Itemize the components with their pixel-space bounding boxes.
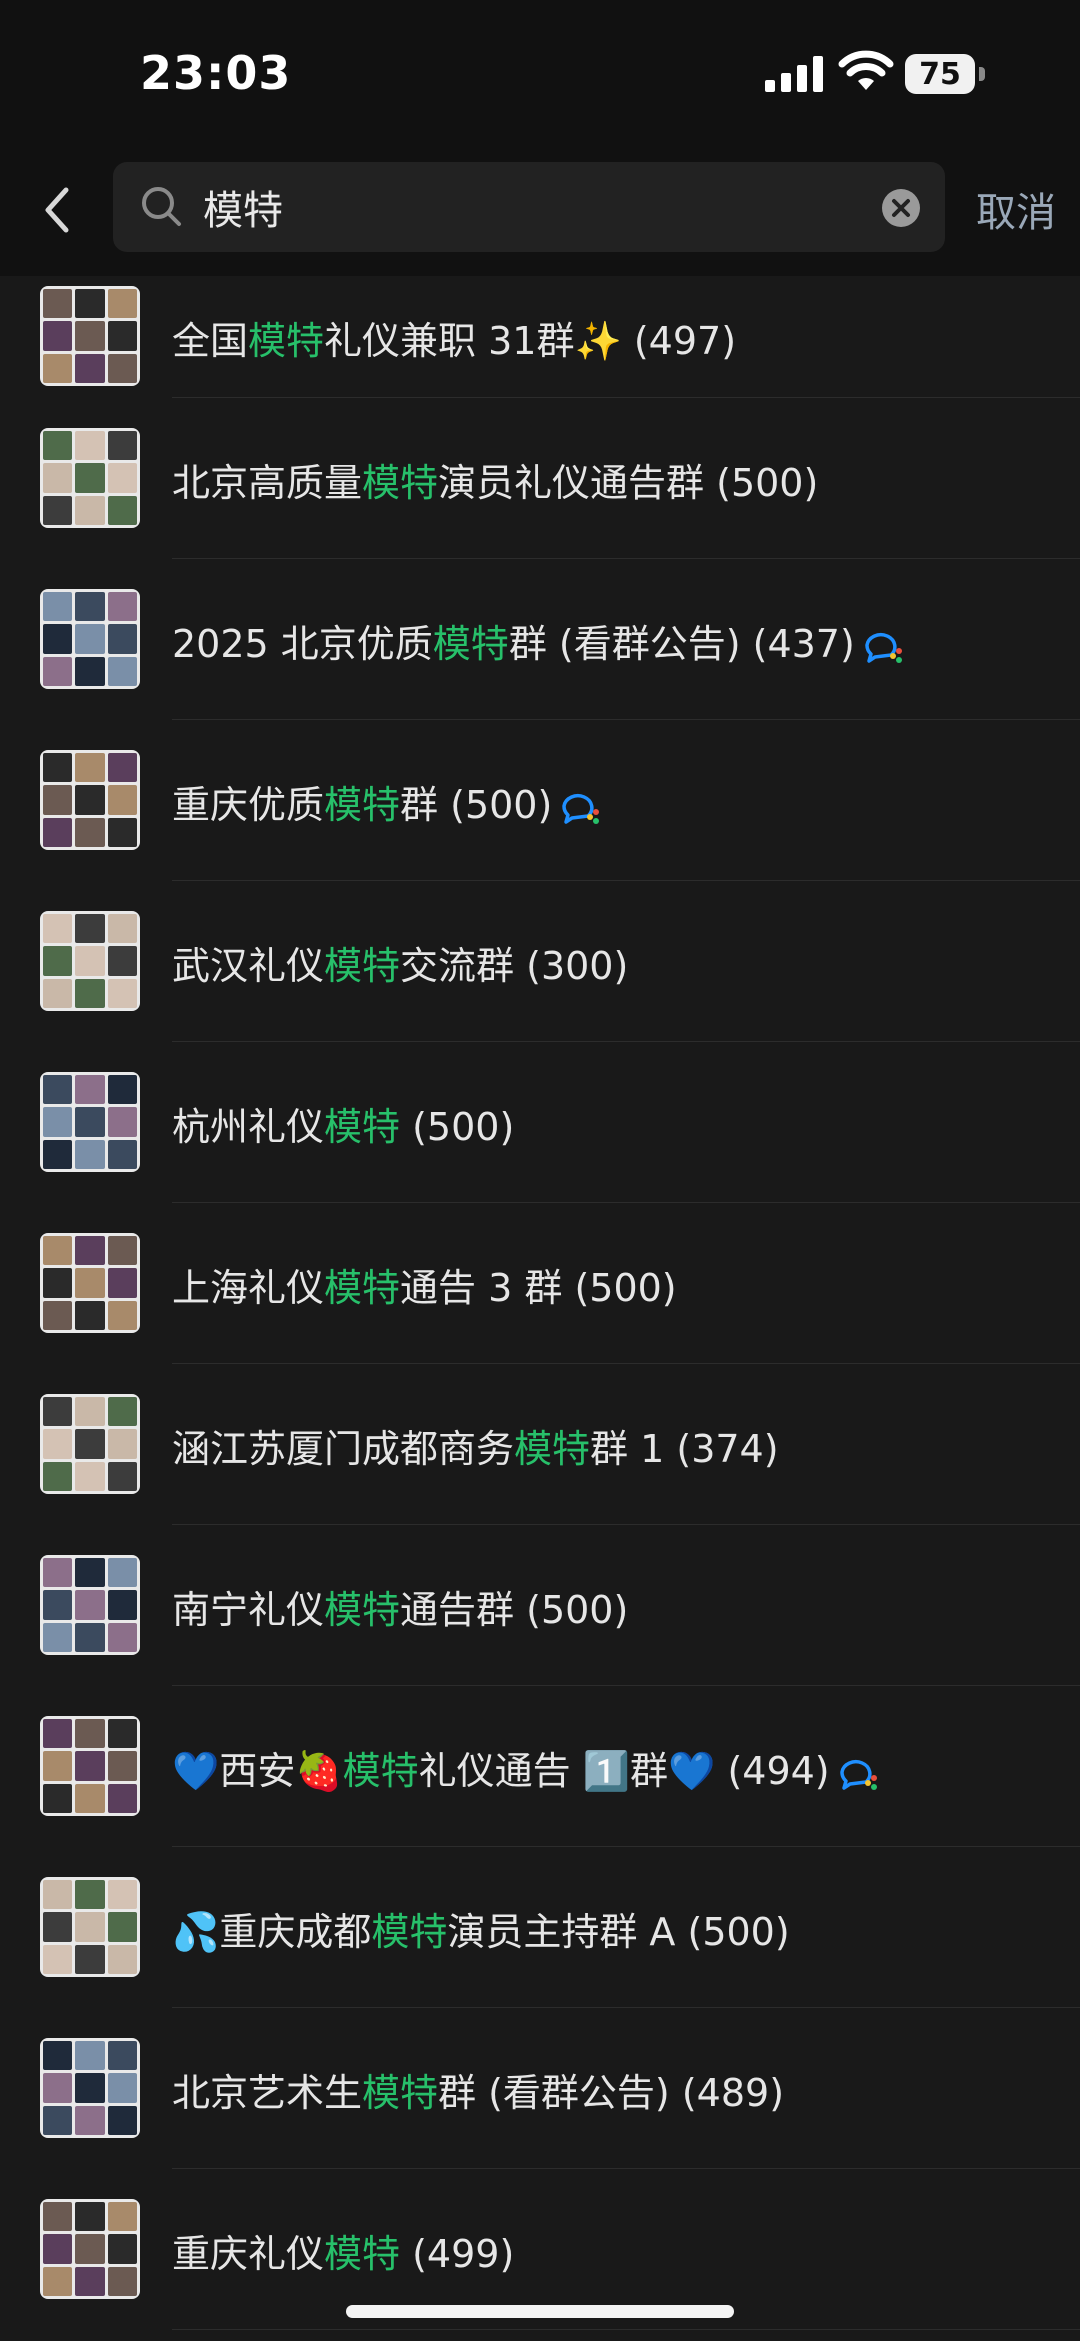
row-divider [172,2329,1080,2330]
ai-summary-icon[interactable] [558,788,602,828]
list-item[interactable]: 杭州礼仪模特 (500) [0,1042,1080,1203]
keyword-highlight: 模特 [324,783,401,827]
keyword-highlight: 模特 [362,2071,439,2115]
back-arrow-icon[interactable] [36,180,76,240]
list-item[interactable]: 武汉礼仪模特交流群 (300) [0,881,1080,1042]
group-name: 上海礼仪模特通告 3 群 (500) [172,1266,677,1310]
group-avatar [40,1072,140,1172]
keyword-highlight: 模特 [248,319,325,363]
cellular-signal-icon [765,56,823,92]
group-avatar [40,1233,140,1333]
member-count: (489) [669,2071,785,2115]
battery-percent: 75 [919,57,961,92]
group-avatar [40,1716,140,1816]
group-name: 重庆优质模特群 (500) [172,774,602,829]
group-name: 💙西安🍓模特礼仪通告 1️⃣群💙 (494) [172,1740,880,1795]
group-name: 北京高质量模特演员礼仪通告群 (500) [172,461,819,505]
member-count: (499) [400,2232,515,2276]
group-name: 💦重庆成都模特演员主持群 A (500) [172,1910,790,1954]
group-name: 南宁礼仪模特通告群 (500) [172,1588,629,1632]
group-avatar [40,589,140,689]
ai-summary-icon[interactable] [836,1754,880,1794]
member-count: (437) [740,622,855,666]
keyword-highlight: 模特 [324,1105,401,1149]
list-item[interactable]: 北京艺术生模特群 (看群公告) (489) [0,2008,1080,2169]
list-item[interactable]: 涵江苏厦门成都商务模特群 1 (374) [0,1364,1080,1525]
member-count: (500) [675,1910,790,1954]
list-item[interactable]: 全国模特礼仪兼职 31群✨ (497) [0,276,1080,398]
group-name: 杭州礼仪模特 (500) [172,1105,515,1149]
group-name: 重庆礼仪模特 (499) [172,2232,515,2276]
group-avatar [40,1394,140,1494]
member-count: (500) [704,461,819,505]
member-count: (500) [562,1266,677,1310]
list-item[interactable]: 2025 北京优质模特群 (看群公告) (437) [0,559,1080,720]
list-item[interactable]: 重庆优质模特群 (500) [0,720,1080,881]
cancel-button[interactable]: 取消 [976,180,1056,238]
group-name: 武汉礼仪模特交流群 (300) [172,944,629,988]
list-item[interactable]: 💦重庆成都模特演员主持群 A (500) [0,1847,1080,2008]
keyword-highlight: 模特 [324,2232,401,2276]
group-avatar [40,1555,140,1655]
keyword-highlight: 模特 [432,622,509,666]
search-box[interactable] [113,162,945,252]
member-count: (494) [715,1749,830,1793]
member-count: (500) [400,1105,515,1149]
group-name: 北京艺术生模特群 (看群公告) (489) [172,2071,785,2115]
keyword-highlight: 模特 [324,1588,401,1632]
member-count: (500) [514,1588,629,1632]
list-item[interactable]: 南宁礼仪模特通告群 (500) [0,1525,1080,1686]
group-avatar [40,1877,140,1977]
list-item[interactable]: 上海礼仪模特通告 3 群 (500) [0,1203,1080,1364]
keyword-highlight: 模特 [362,461,439,505]
group-avatar [40,428,140,528]
status-bar: 23:03 75 [0,0,1080,150]
group-avatar [40,750,140,850]
search-input[interactable] [203,162,883,252]
group-name: 涵江苏厦门成都商务模特群 1 (374) [172,1427,779,1471]
group-avatar [40,2199,140,2299]
group-avatar [40,911,140,1011]
group-name: 2025 北京优质模特群 (看群公告) (437) [172,613,905,668]
member-count: (500) [438,783,553,827]
home-indicator[interactable] [346,2305,734,2318]
search-header: 取消 [0,150,1080,276]
keyword-highlight: 模特 [514,1427,591,1471]
search-results-list: 全国模特礼仪兼职 31群✨ (497) 北京高质量模特演员礼仪通告群 (500) 2… [0,276,1080,2330]
wifi-icon [838,50,894,90]
battery-icon: 75 [905,54,985,94]
ai-summary-icon[interactable] [861,627,905,667]
member-count: (497) [621,319,737,363]
member-count: (374) [664,1427,779,1471]
group-avatar [40,2038,140,2138]
status-time: 23:03 [140,46,292,100]
keyword-highlight: 模特 [342,1749,419,1793]
member-count: (300) [514,944,629,988]
list-item[interactable]: 北京高质量模特演员礼仪通告群 (500) [0,398,1080,559]
group-name: 全国模特礼仪兼职 31群✨ (497) [172,319,737,363]
clear-icon[interactable] [881,188,921,228]
search-icon [142,187,181,226]
keyword-highlight: 模特 [371,1910,448,1954]
keyword-highlight: 模特 [324,1266,401,1310]
list-item[interactable]: 💙西安🍓模特礼仪通告 1️⃣群💙 (494) [0,1686,1080,1847]
keyword-highlight: 模特 [324,944,401,988]
group-avatar [40,286,140,386]
